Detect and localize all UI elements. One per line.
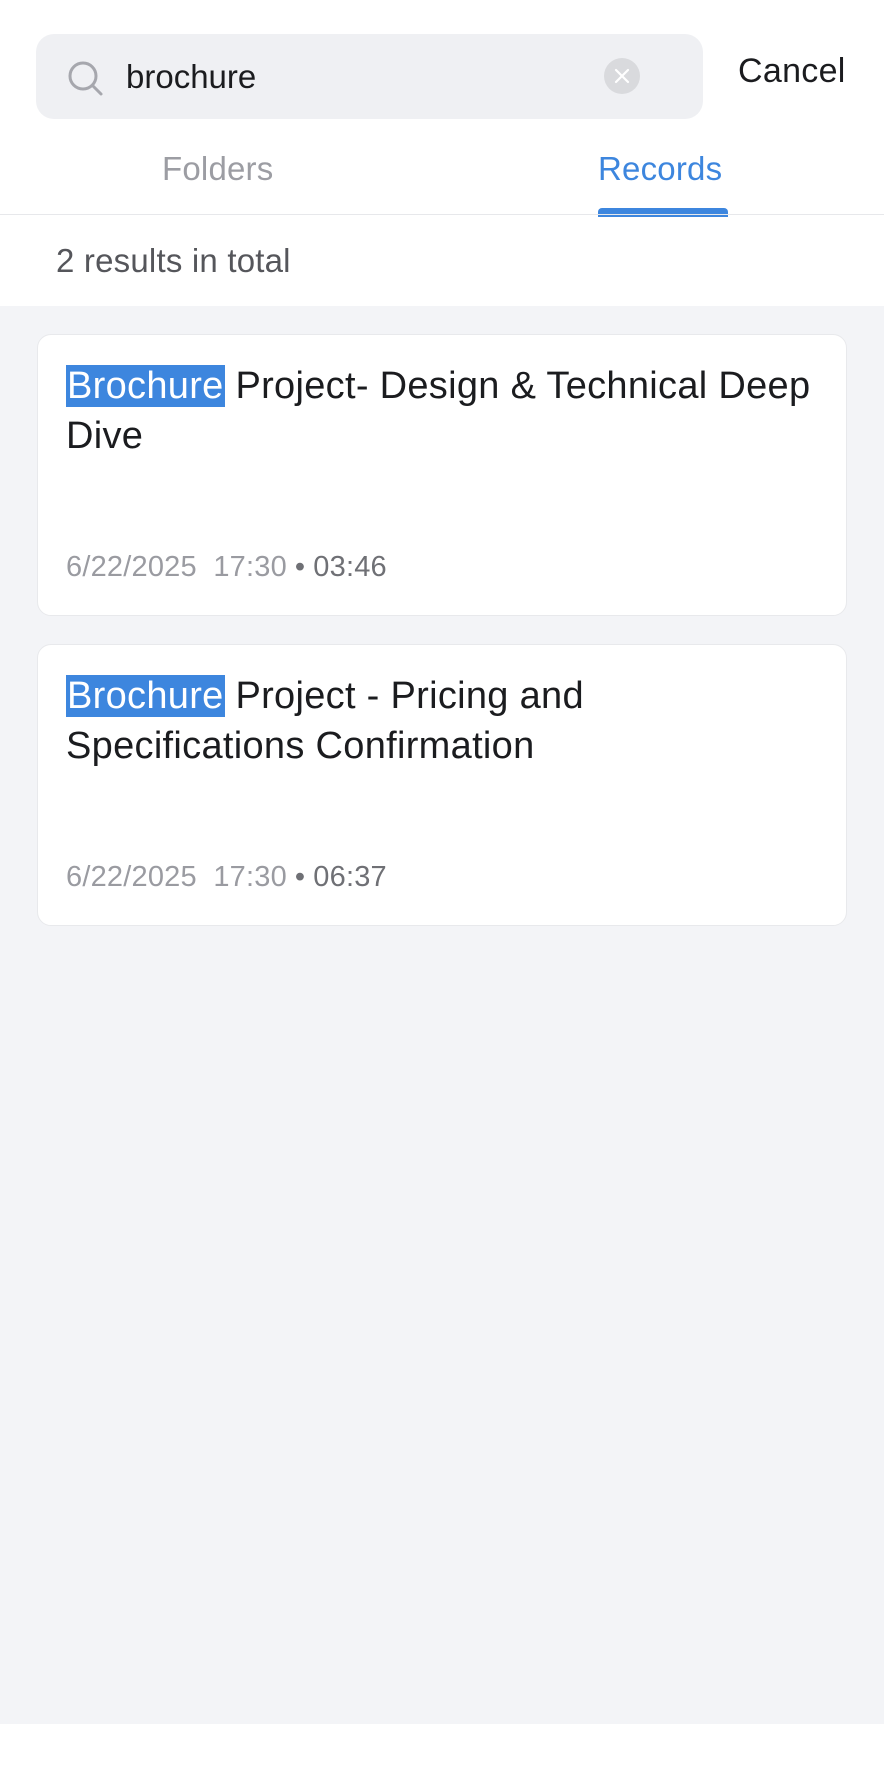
record-date: 6/22/2025 <box>66 551 197 583</box>
record-title: Brochure Project- Design & Technical Dee… <box>66 361 826 461</box>
search-bar[interactable] <box>36 34 703 119</box>
clear-search-icon[interactable] <box>604 58 640 94</box>
separator-dot: • <box>294 551 306 583</box>
record-duration: 06:37 <box>313 861 387 893</box>
record-meta: 6/22/2025 17:30 • 03:46 <box>66 551 387 584</box>
search-highlight: Brochure <box>66 365 225 407</box>
separator-dot: • <box>294 861 306 893</box>
cancel-button[interactable]: Cancel <box>738 52 846 91</box>
record-card[interactable]: Brochure Project - Pricing and Specifica… <box>37 644 847 926</box>
search-input[interactable] <box>126 52 626 102</box>
record-duration: 03:46 <box>313 551 387 583</box>
tab-records[interactable]: Records <box>598 150 722 188</box>
tab-divider <box>0 214 884 215</box>
tab-folders[interactable]: Folders <box>162 150 273 188</box>
search-header: Cancel Folders Records 2 results in tota… <box>0 0 884 306</box>
record-title: Brochure Project - Pricing and Specifica… <box>66 671 826 771</box>
bottom-safe-area <box>0 1724 884 1770</box>
record-card[interactable]: Brochure Project- Design & Technical Dee… <box>37 334 847 616</box>
search-highlight: Brochure <box>66 675 225 717</box>
record-date: 6/22/2025 <box>66 861 197 893</box>
active-tab-indicator <box>598 208 728 217</box>
result-count: 2 results in total <box>56 242 291 279</box>
record-time: 17:30 <box>213 551 287 583</box>
search-screen: Cancel Folders Records 2 results in tota… <box>0 0 884 1770</box>
record-time: 17:30 <box>213 861 287 893</box>
record-meta: 6/22/2025 17:30 • 06:37 <box>66 861 387 894</box>
search-icon <box>68 61 103 96</box>
